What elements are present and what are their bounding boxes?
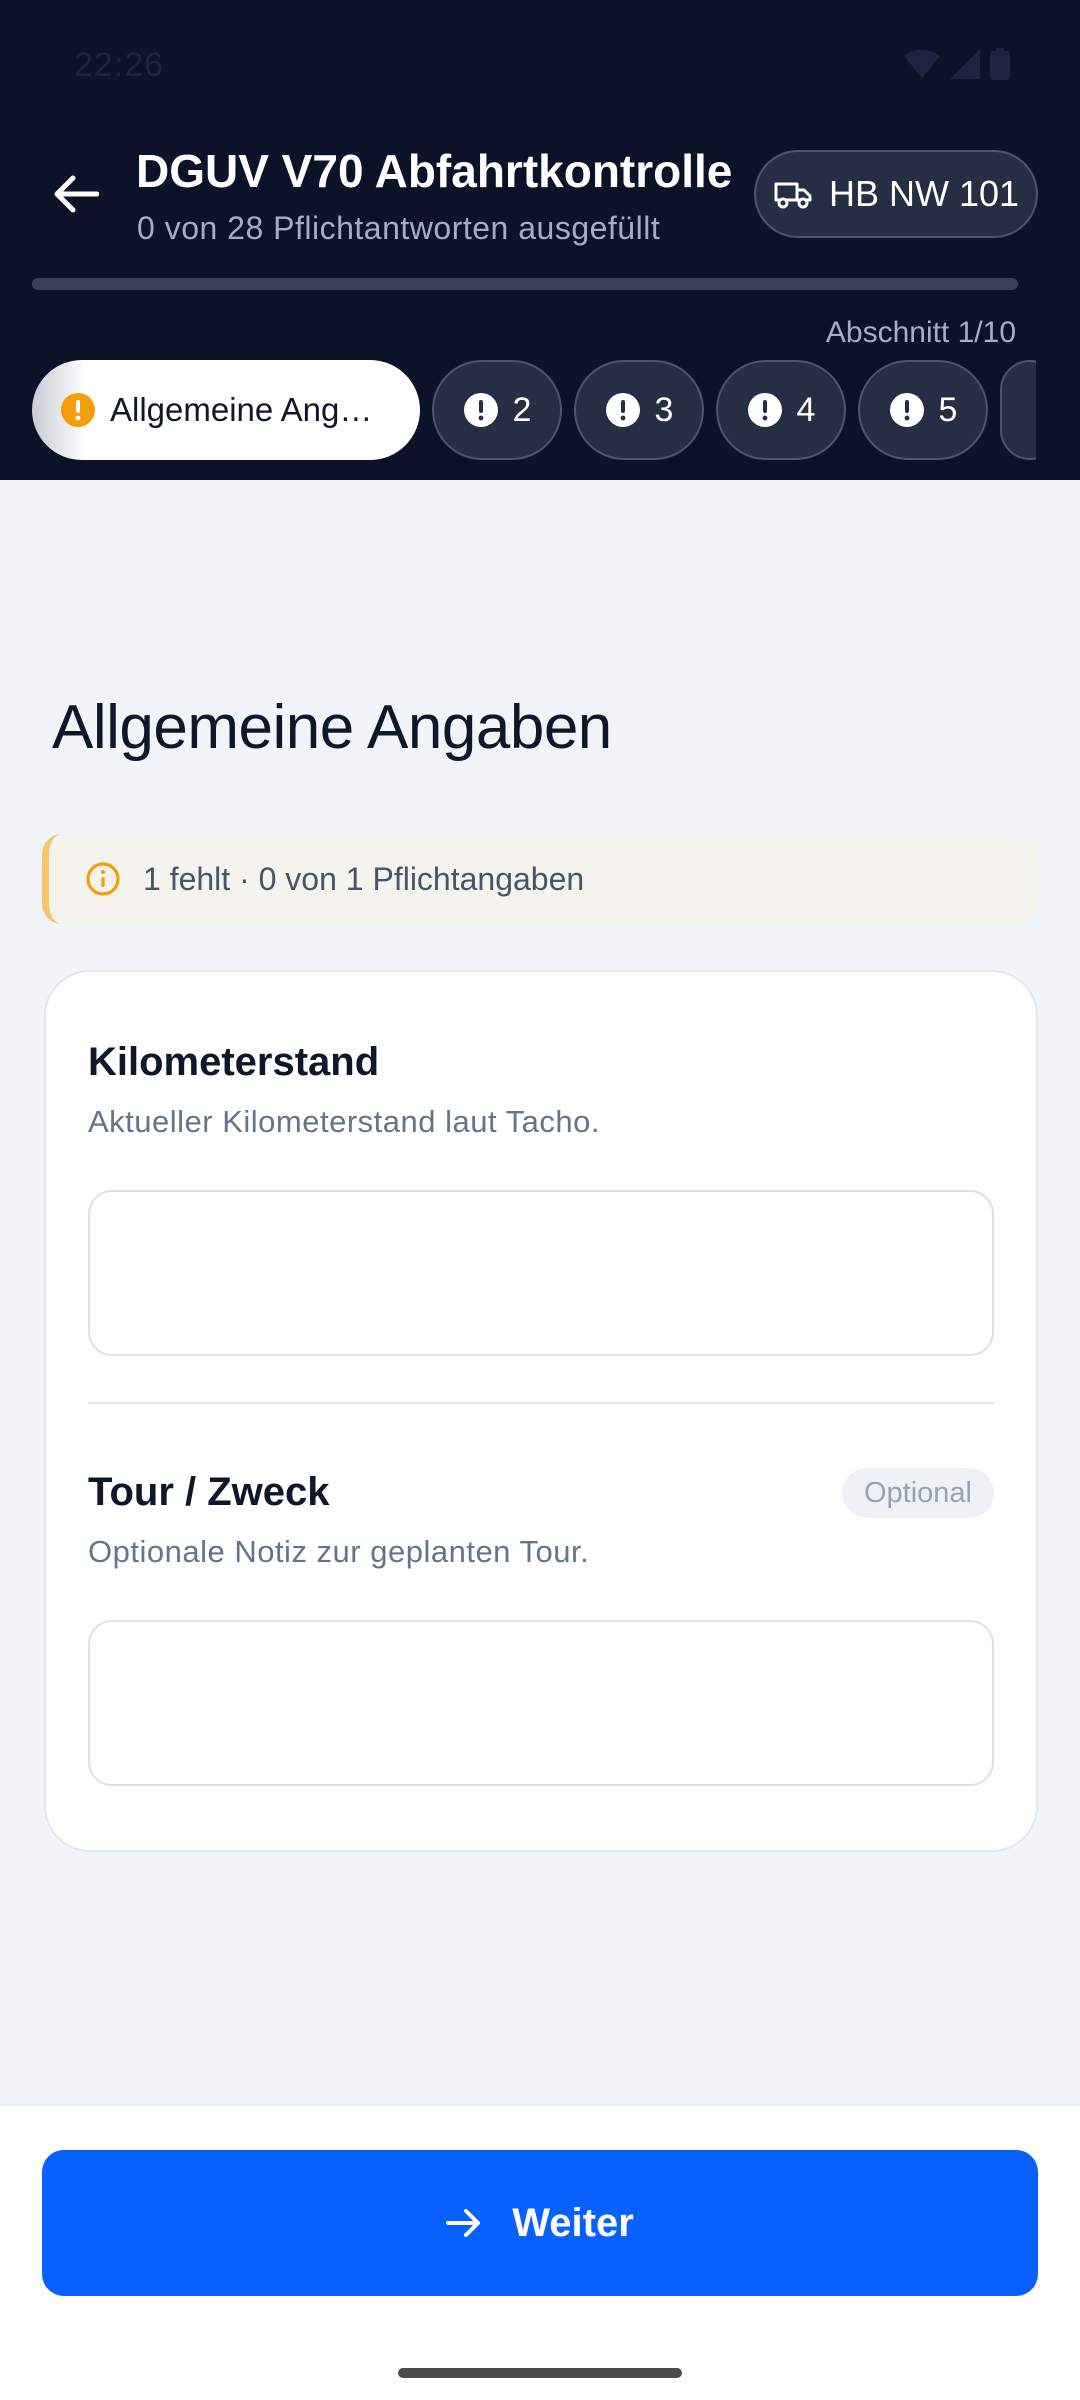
tab-label: 4 xyxy=(796,390,816,429)
tab-section-6-partial[interactable] xyxy=(1000,360,1036,460)
exclamation-circle-icon xyxy=(463,393,498,427)
tab-section-2[interactable]: 2 xyxy=(432,360,562,460)
tour-help: Optionale Notiz zur geplanten Tour. xyxy=(88,1534,590,1569)
warning-circle-icon xyxy=(61,393,95,427)
optional-badge: Optional xyxy=(841,1468,994,1518)
next-button[interactable]: Weiter xyxy=(42,2150,1038,2296)
tour-label: Tour / Zweck xyxy=(88,1470,330,1514)
tab-section-1[interactable]: Allgemeine Ang… xyxy=(32,360,420,460)
section-counter: Abschnitt 1/10 xyxy=(825,316,1016,349)
tab-label: 2 xyxy=(512,390,532,429)
status-time: 22:26 xyxy=(74,46,165,84)
arrow-right-icon xyxy=(446,2209,481,2237)
notice-text: 1 fehlt · 0 von 1 Pflichtangaben xyxy=(143,860,585,897)
form-card: Kilometerstand Aktueller Kilometerstand … xyxy=(44,970,1038,1852)
wifi-icon xyxy=(904,49,940,78)
next-button-label: Weiter xyxy=(512,2200,634,2245)
page-title: DGUV V70 Abfahrtkontrolle xyxy=(136,145,733,197)
tour-input[interactable] xyxy=(88,1620,994,1786)
vehicle-chip[interactable]: HB NW 101 xyxy=(754,150,1038,238)
tab-section-4[interactable]: 4 xyxy=(716,360,846,460)
progress-bar xyxy=(32,278,1018,290)
tab-label: 5 xyxy=(938,390,958,429)
battery-icon xyxy=(990,48,1010,80)
status-icons xyxy=(904,48,1010,80)
section-heading: Allgemeine Angaben xyxy=(52,693,612,762)
exclamation-circle-icon xyxy=(889,393,924,427)
arrow-left-icon xyxy=(54,175,99,213)
signal-icon xyxy=(950,49,980,79)
tab-section-5[interactable]: 5 xyxy=(858,360,988,460)
tab-label: Allgemeine Ang… xyxy=(110,391,373,428)
back-button[interactable] xyxy=(44,162,108,226)
truck-icon xyxy=(774,182,812,209)
odometer-label: Kilometerstand xyxy=(88,1040,380,1084)
vehicle-plate: HB NW 101 xyxy=(828,173,1020,214)
missing-fields-notice: 1 fehlt · 0 von 1 Pflichtangaben xyxy=(42,834,1038,924)
field-divider xyxy=(88,1402,994,1404)
home-indicator[interactable] xyxy=(398,2368,682,2378)
app-header: 22:26 DGUV V70 Abfahrtkontrolle 0 von 28… xyxy=(0,0,1080,480)
info-circle-icon xyxy=(86,862,120,896)
exclamation-circle-icon xyxy=(605,393,640,427)
tab-label: 3 xyxy=(654,390,674,429)
odometer-input[interactable] xyxy=(88,1190,994,1356)
footer-bar: Weiter xyxy=(0,2104,1080,2400)
section-tabs: Allgemeine Ang… 2 3 4 5 xyxy=(32,360,1036,460)
tab-section-3[interactable]: 3 xyxy=(574,360,704,460)
exclamation-circle-icon xyxy=(747,393,782,427)
status-bar: 22:26 xyxy=(0,0,1080,130)
odometer-help: Aktueller Kilometerstand laut Tacho. xyxy=(88,1104,600,1139)
progress-summary: 0 von 28 Pflichtantworten ausgefüllt xyxy=(137,210,661,246)
